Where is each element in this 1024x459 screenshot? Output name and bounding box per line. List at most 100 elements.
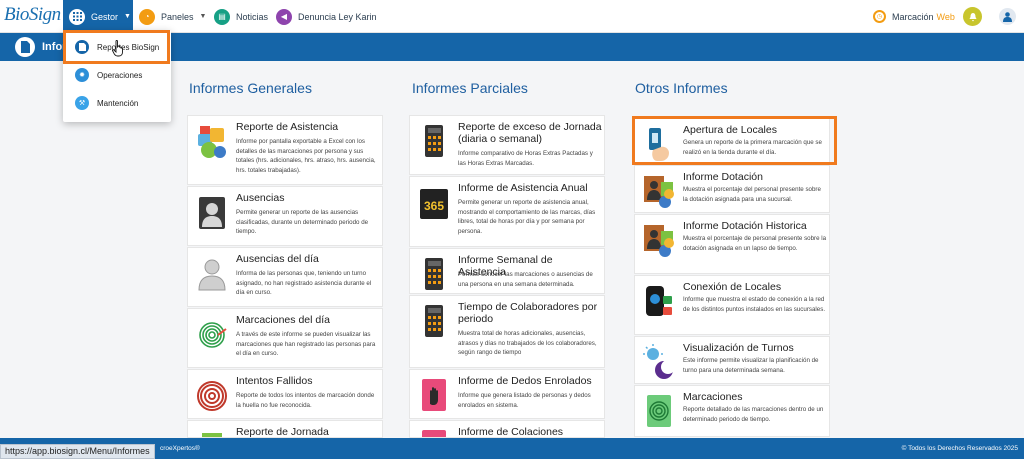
attendance-report-icon: [196, 122, 228, 160]
staff-report-icon: [643, 172, 675, 210]
marcacion-label: Marcación: [892, 11, 934, 22]
connection-device-icon: [643, 282, 675, 320]
column-title-generales: Informes Generales: [189, 80, 312, 96]
report-card-dedos-enrolados[interactable]: Informe de Dedos Enrolados Informe que g…: [409, 369, 605, 419]
nav-paneles[interactable]: ◔ Paneles ▼: [139, 0, 206, 33]
report-card-informe-dotacion[interactable]: Informe Dotación Muestra el porcentaje d…: [634, 165, 830, 213]
card-description: Informa de las personas que, teniendo un…: [236, 270, 372, 297]
hand-device-icon: [643, 125, 675, 163]
fingerprint-red-icon: [196, 376, 228, 414]
news-icon: ▤: [214, 8, 230, 25]
nav-gestor-label: Gestor: [91, 11, 119, 22]
card-title: Marcaciones: [683, 391, 743, 403]
nav-denuncia[interactable]: ◀ Denuncia Ley Karin: [276, 0, 377, 33]
wrench-icon: ⚒: [75, 96, 89, 110]
notifications-button[interactable]: [963, 0, 982, 33]
menu-item-label: Operaciones: [97, 70, 143, 80]
card-description: Muestra total de horas adicionales, ause…: [458, 330, 597, 357]
report-card-semanal-asistencia[interactable]: Informe Semanal de Asistencia Permite co…: [409, 248, 605, 294]
card-title: Reporte de Jornada: [236, 426, 329, 438]
card-description: Permite conocer las marcaciones o ausenc…: [458, 271, 593, 288]
status-bar-url: https://app.biosign.cl/Menu/Informes: [0, 444, 155, 459]
pie-chart-icon: ◔: [139, 8, 155, 25]
report-card-colaciones[interactable]: Informe de Colaciones: [409, 420, 605, 438]
bell-icon: [963, 7, 982, 26]
card-title: Informe de Colaciones: [458, 426, 564, 438]
card-title: Informe de Dedos Enrolados: [458, 375, 592, 387]
report-card-marcaciones-dia[interactable]: Marcaciones del día A través de este inf…: [187, 308, 383, 368]
card-title: Visualización de Turnos: [683, 342, 794, 354]
report-card-reporte-asistencia[interactable]: Reporte de Asistencia Informe por pantal…: [187, 115, 383, 185]
report-card-tiempo-colaboradores[interactable]: Tiempo de Colaboradores por periodo Mues…: [409, 295, 605, 368]
card-description: Informe por pantalla exportable a Excel …: [236, 138, 376, 174]
document-icon: [15, 37, 35, 57]
grid-icon: [69, 8, 85, 25]
report-card-ausencias[interactable]: Ausencias Permite generar un reporte de …: [187, 186, 383, 246]
card-title: Marcaciones del día: [236, 314, 330, 326]
report-card-asistencia-anual[interactable]: 365 Informe de Asistencia Anual Permite …: [409, 176, 605, 247]
card-description: Permite generar un reporte de asistencia…: [458, 199, 596, 235]
card-description: Este informe permite visualizar la plani…: [683, 357, 819, 374]
card-title: Ausencias del día: [236, 253, 319, 265]
card-description: Informe que genera listado de personas y…: [458, 392, 591, 409]
top-navbar: BioSign Gestor ▼ ◔ Paneles ▼ ▤ Noticias …: [0, 0, 1024, 33]
report-card-reporte-jornada[interactable]: Reporte de Jornada: [187, 420, 383, 438]
hand-pink-icon: [418, 376, 450, 414]
card-title: Ausencias: [236, 192, 285, 204]
menu-item-label: Reportes BioSign: [97, 42, 160, 52]
card-description: Muestra el porcentaje de personal presen…: [683, 235, 827, 252]
nav-noticias-label: Noticias: [236, 11, 269, 22]
calculator-icon: [418, 302, 450, 340]
report-card-visualizacion-turnos[interactable]: Visualización de Turnos Este informe per…: [634, 336, 830, 384]
chevron-down-icon: ▼: [199, 13, 207, 20]
staff-report-icon: [643, 221, 675, 259]
menu-item-operaciones[interactable]: ✹ Operaciones: [63, 61, 171, 89]
report-card-intentos-fallidos[interactable]: Intentos Fallidos Reporte de todos los i…: [187, 369, 383, 419]
card-title: Reporte de Asistencia: [236, 121, 339, 133]
menu-item-label: Mantención: [97, 98, 139, 108]
report-card-marcaciones[interactable]: Marcaciones Reporte detallado de las mar…: [634, 385, 830, 437]
column-title-otros: Otros Informes: [635, 80, 728, 96]
nav-denuncia-label: Denuncia Ley Karin: [298, 11, 377, 22]
gear-icon: ✹: [75, 68, 89, 82]
report-card-exceso-jornada[interactable]: Reporte de exceso de Jornada (diaria o s…: [409, 115, 605, 175]
clock-icon: ◷: [873, 10, 886, 23]
absence-person-icon: [196, 193, 228, 231]
web-label: Web: [936, 11, 955, 22]
footer-copyright: © Todos los Derechos Reservados 2025: [901, 445, 1018, 452]
hand-pink-icon: [418, 427, 450, 437]
biosign-logo[interactable]: BioSign: [4, 4, 61, 30]
footer-brand: croeXpertos®: [160, 445, 200, 452]
column-title-parciales: Informes Parciales: [412, 80, 528, 96]
user-icon: [999, 8, 1016, 25]
card-title: Informe Dotación: [683, 171, 763, 183]
card-description: Reporte detallado de las marcaciones den…: [683, 406, 824, 423]
card-title: Informe Dotación Historica: [683, 220, 807, 232]
card-description: Genera un reporte de la primera marcació…: [683, 139, 822, 156]
card-description: Muestra el porcentaje del personal prese…: [683, 186, 821, 203]
card-description: Informe comparativo de Horas Extras Pact…: [458, 150, 593, 167]
report-card-dotacion-historica[interactable]: Informe Dotación Historica Muestra el po…: [634, 214, 830, 274]
fingerprint-green-icon: [196, 315, 228, 353]
nav-gestor[interactable]: Gestor ▼: [63, 0, 133, 33]
card-title: Conexión de Locales: [683, 281, 782, 293]
card-title: Intentos Fallidos: [236, 375, 313, 387]
report-card-apertura-locales[interactable]: Apertura de Locales Genera un reporte de…: [634, 118, 830, 164]
fingerprint-green-icon: [643, 392, 675, 430]
menu-item-mantencion[interactable]: ⚒ Mantención: [63, 89, 171, 117]
card-title: Reporte de exceso de Jornada (diaria o s…: [458, 121, 602, 145]
calculator-icon: [418, 122, 450, 160]
schedule-icon: [196, 427, 228, 437]
report-card-conexion-locales[interactable]: Conexión de Locales Informe que muestra …: [634, 275, 830, 335]
card-description: Informe que muestra el estado de conexió…: [683, 296, 826, 313]
report-card-ausencias-dia[interactable]: Ausencias del día Informa de las persona…: [187, 247, 383, 307]
card-description: A través de este informe se pueden visua…: [236, 331, 376, 358]
calendar-365-icon: 365: [418, 183, 450, 221]
nav-noticias[interactable]: ▤ Noticias: [214, 0, 268, 33]
megaphone-icon: ◀: [276, 8, 292, 25]
card-title: Apertura de Locales: [683, 124, 777, 136]
card-title: Tiempo de Colaboradores por periodo: [458, 301, 598, 325]
nav-marcacion-web[interactable]: ◷ Marcación Web: [873, 0, 955, 33]
user-menu-button[interactable]: [999, 0, 1016, 33]
card-description: Reporte de todos los intentos de marcaci…: [236, 392, 375, 409]
